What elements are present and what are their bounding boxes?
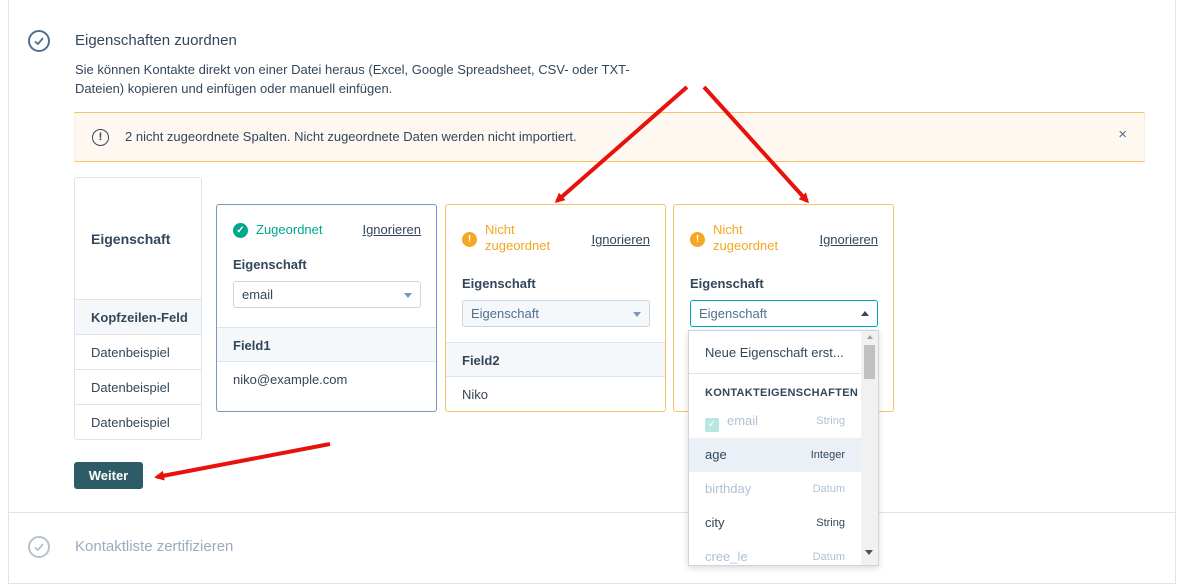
property-label: Eigenschaft bbox=[233, 257, 307, 272]
dropdown-option-city[interactable]: city String bbox=[689, 506, 861, 540]
step-title: Eigenschaften zuordnen bbox=[75, 32, 237, 49]
step-title-certify: Kontaktliste zertifizieren bbox=[75, 538, 234, 555]
data-sample-row-label: Datenbeispiel bbox=[75, 334, 201, 369]
property-select[interactable]: email bbox=[233, 281, 421, 308]
unmapped-status: Nicht zugeordnet bbox=[713, 222, 779, 253]
selected-property: email bbox=[242, 287, 274, 302]
contact-properties-group-label: KONTAKTEIGENSCHAFTEN bbox=[705, 387, 859, 399]
check-circle-icon: ✓ bbox=[233, 223, 248, 238]
header-field-row-label: Kopfzeilen-Feld bbox=[75, 299, 201, 334]
row-labels: Eigenschaft Kopfzeilen-Feld Datenbeispie… bbox=[74, 177, 202, 440]
chevron-down-icon bbox=[633, 312, 641, 317]
checkbox-checked-icon: ✓ bbox=[705, 418, 719, 432]
dropdown-option-cree-le: cree_le Datum bbox=[689, 540, 861, 565]
property-dropdown-menu: Neue Eigenschaft erst... KONTAKTEIGENSCH… bbox=[688, 330, 879, 566]
option-type: Datum bbox=[812, 551, 845, 563]
option-type: Integer bbox=[810, 449, 845, 461]
step-divider bbox=[8, 512, 1176, 513]
dropdown-option-birthday: birthday Datum bbox=[689, 472, 861, 506]
property-placeholder: Eigenschaft bbox=[471, 306, 539, 321]
create-new-property-option[interactable]: Neue Eigenschaft erst... bbox=[689, 336, 861, 370]
step-description: Sie können Kontakte direkt von einer Dat… bbox=[75, 62, 630, 96]
step-complete-check-icon bbox=[28, 30, 50, 52]
alert-message: 2 nicht zugeordnete Spalten. Nicht zugeo… bbox=[125, 129, 577, 144]
scroll-down-arrow-icon[interactable] bbox=[865, 550, 873, 555]
next-button[interactable]: Weiter bbox=[74, 462, 143, 489]
unmapped-columns-alert: ! 2 nicht zugeordnete Spalten. Nicht zug… bbox=[74, 112, 1145, 162]
option-name: cree_le bbox=[705, 549, 748, 564]
option-name: city bbox=[705, 515, 725, 530]
warning-circle-icon: ! bbox=[690, 232, 705, 247]
column-card-field1: ✓ Zugeordnet Ignorieren Eigenschaft emai… bbox=[216, 204, 437, 412]
chevron-up-icon bbox=[861, 311, 869, 316]
property-label: Eigenschaft bbox=[462, 276, 536, 291]
ignore-link[interactable]: Ignorieren bbox=[591, 232, 650, 247]
chevron-down-icon bbox=[404, 293, 412, 298]
header-field-value: Field2 bbox=[446, 342, 665, 377]
dropdown-scrollbar[interactable] bbox=[861, 331, 878, 565]
data-sample-value: Niko bbox=[462, 387, 489, 402]
header-field-value: Field1 bbox=[217, 327, 436, 362]
option-name: age bbox=[705, 447, 727, 462]
property-label: Eigenschaft bbox=[690, 276, 764, 291]
warning-circle-icon: ! bbox=[462, 232, 477, 247]
dropdown-option-email: ✓ email String bbox=[689, 404, 861, 438]
scrollbar-thumb[interactable] bbox=[864, 345, 875, 379]
dropdown-divider bbox=[689, 373, 861, 374]
scroll-up-arrow-icon[interactable] bbox=[867, 335, 873, 339]
ignore-link[interactable]: Ignorieren bbox=[819, 232, 878, 247]
data-sample-value: niko@example.com bbox=[233, 372, 348, 387]
property-placeholder: Eigenschaft bbox=[699, 306, 767, 321]
property-select[interactable]: Eigenschaft bbox=[690, 300, 878, 327]
exclamation-circle-icon: ! bbox=[92, 129, 109, 146]
unmapped-status: Nicht zugeordnet bbox=[485, 222, 551, 253]
ignore-link[interactable]: Ignorieren bbox=[362, 222, 421, 237]
option-type: Datum bbox=[812, 483, 845, 495]
property-select[interactable]: Eigenschaft bbox=[462, 300, 650, 327]
mapped-status: Zugeordnet bbox=[256, 222, 323, 237]
data-sample-row-label: Datenbeispiel bbox=[75, 404, 201, 439]
option-name: birthday bbox=[705, 481, 752, 496]
column-card-field2: ! Nicht zugeordnet Ignorieren Eigenschaf… bbox=[445, 204, 666, 412]
dropdown-option-age[interactable]: age Integer bbox=[689, 438, 861, 472]
property-row-label: Eigenschaft bbox=[91, 231, 171, 247]
option-name: email bbox=[727, 413, 759, 428]
close-icon[interactable]: × bbox=[1118, 126, 1127, 143]
data-sample-row-label: Datenbeispiel bbox=[75, 369, 201, 404]
option-type: String bbox=[816, 415, 845, 427]
step-pending-check-icon bbox=[28, 536, 50, 558]
option-type: String bbox=[816, 517, 845, 529]
